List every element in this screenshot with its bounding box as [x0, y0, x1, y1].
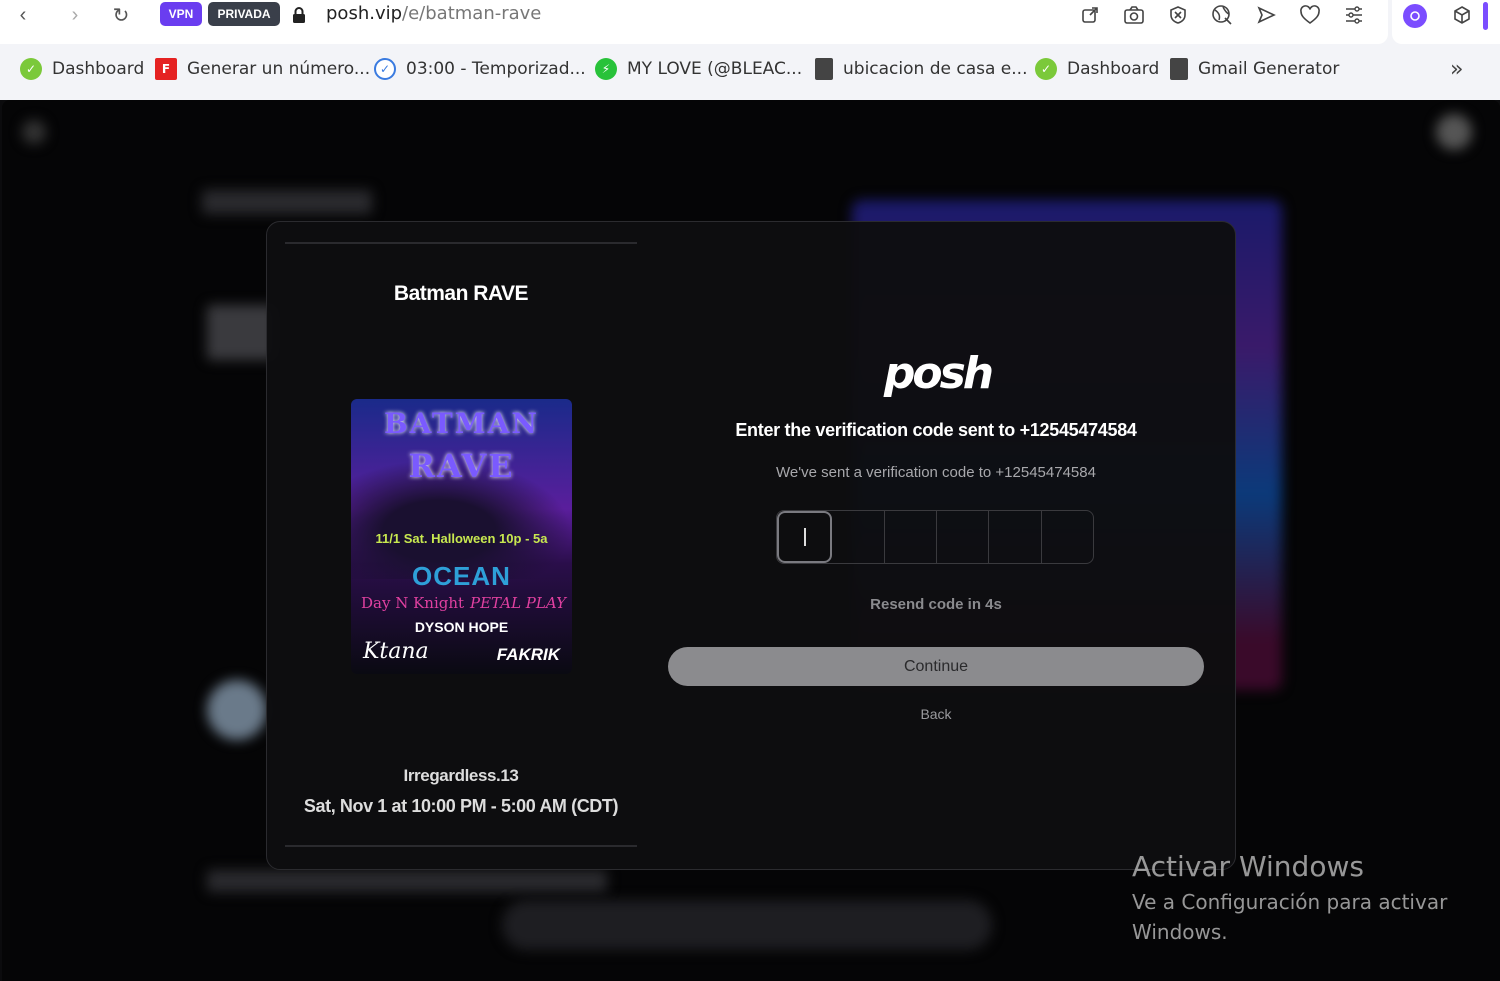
- text-cursor: [803, 528, 806, 546]
- adblock-icon[interactable]: [1167, 4, 1189, 26]
- url-path: /e/batman-rave: [402, 3, 542, 24]
- event-date: Sat, Nov 1 at 10:00 PM - 5:00 AM (CDT): [303, 796, 619, 816]
- vpn-globe-icon[interactable]: [1211, 4, 1233, 26]
- posh-logo: posh: [883, 348, 994, 399]
- bookmark-label: ubicacion de casa e...: [843, 59, 1028, 79]
- blurred-host-avatar: [207, 680, 267, 740]
- document-icon: [815, 58, 833, 80]
- event-poster: BATMAN RAVE 11/1 Sat. Halloween 10p - 5a…: [351, 399, 572, 674]
- url-text[interactable]: posh.vip/e/batman-rave: [326, 3, 541, 24]
- green-check-icon: ✓: [20, 58, 42, 80]
- event-title: Batman RAVE: [393, 282, 529, 305]
- code-digit-1[interactable]: [777, 511, 833, 563]
- extension-purple-icon[interactable]: [1403, 4, 1427, 28]
- code-input-group: [776, 510, 1094, 564]
- back-link[interactable]: Back: [668, 706, 1204, 722]
- resend-countdown: Resend code in 4s: [870, 596, 1002, 613]
- extensions-area: [1392, 0, 1500, 44]
- url-host: posh.vip: [326, 3, 403, 24]
- divider-top: [285, 242, 637, 244]
- code-digit-5[interactable]: [989, 511, 1042, 563]
- share-icon[interactable]: [1079, 4, 1101, 26]
- bookmark-item[interactable]: F Generar un número...: [155, 54, 370, 84]
- poster-line1: BATMAN: [383, 407, 539, 440]
- red-f-icon: F: [155, 58, 177, 80]
- reload-icon[interactable]: ↻: [106, 0, 136, 30]
- windows-watermark-title: Activar Windows: [1132, 850, 1364, 883]
- lock-icon[interactable]: [288, 4, 310, 26]
- bookmark-label: Generar un número...: [187, 59, 371, 79]
- menu-settings-icon[interactable]: [1343, 4, 1365, 26]
- bookmark-item[interactable]: ubicacion de casa e...: [815, 54, 1027, 84]
- browser-chrome: ‹ › ↻ VPN PRIVADA posh.vip/e/batman-rave…: [0, 0, 1500, 100]
- code-digit-3[interactable]: [885, 511, 937, 563]
- poster-line8: Ktana: [363, 639, 429, 664]
- document-icon: [1170, 58, 1188, 80]
- bookmark-label: MY LOVE (@BLEAC...: [627, 59, 803, 79]
- camera-icon[interactable]: [1123, 4, 1145, 26]
- verification-subtext: We've sent a verification code to +12545…: [776, 464, 1096, 481]
- code-digit-6[interactable]: [1042, 511, 1093, 563]
- poster-line4: OCEAN: [412, 561, 511, 591]
- blurred-chip: [202, 190, 372, 214]
- cube-icon[interactable]: [1451, 4, 1473, 26]
- poster-line7: DYSON HOPE: [414, 619, 509, 635]
- verification-heading: Enter the verification code sent to +125…: [735, 420, 1137, 440]
- vpn-badge[interactable]: VPN: [160, 2, 202, 26]
- bookmark-item[interactable]: ✓ Dashboard: [1035, 54, 1159, 84]
- code-digit-2[interactable]: [832, 511, 885, 563]
- green-bolt-icon: ⚡: [595, 58, 617, 80]
- private-badge: PRIVADA: [208, 2, 280, 26]
- bookmark-item[interactable]: ✓ 03:00 - Temporizad...: [374, 54, 586, 84]
- address-bar-row: ‹ › ↻ VPN PRIVADA posh.vip/e/batman-rave: [0, 0, 1388, 44]
- divider-bottom: [285, 845, 637, 847]
- forward-arrow-icon[interactable]: ›: [60, 0, 90, 30]
- green-check-icon: ✓: [1035, 58, 1057, 80]
- blurred-button: [502, 900, 992, 950]
- send-icon[interactable]: [1255, 4, 1277, 26]
- bookmark-item[interactable]: ✓ Dashboard: [20, 54, 144, 84]
- poster-line3: 11/1 Sat. Halloween 10p - 5a: [375, 531, 548, 546]
- bookmark-label: Gmail Generator: [1198, 59, 1340, 79]
- bookmark-item[interactable]: Gmail Generator: [1170, 54, 1339, 84]
- blurred-avatar: [1436, 114, 1472, 150]
- code-digit-4[interactable]: [937, 511, 990, 563]
- poster-line2: RAVE: [408, 447, 515, 485]
- bookmark-label: 03:00 - Temporizad...: [406, 59, 586, 79]
- heart-icon[interactable]: [1299, 4, 1321, 26]
- continue-button[interactable]: Continue: [668, 647, 1204, 686]
- sidebar-indicator: [1483, 2, 1488, 30]
- poster-line5: Day N Knight: [361, 594, 465, 612]
- bookmark-item[interactable]: ⚡ MY LOVE (@BLEAC...: [595, 54, 802, 84]
- poster-line6: PETAL PLAY: [470, 594, 566, 612]
- poster-line9: FAKRIK: [496, 645, 560, 664]
- timer-check-icon: ✓: [374, 58, 396, 80]
- back-arrow-icon[interactable]: ‹: [8, 0, 38, 30]
- blurred-text: [207, 870, 607, 892]
- blurred-logo: [22, 120, 46, 144]
- more-bookmarks-icon[interactable]: »: [1450, 54, 1463, 84]
- bookmark-label: Dashboard: [1067, 59, 1160, 79]
- event-host: Irregardless.13: [403, 766, 519, 785]
- windows-watermark-body: Ve a Configuración para activar Windows.: [1132, 890, 1448, 944]
- bookmark-label: Dashboard: [52, 59, 145, 79]
